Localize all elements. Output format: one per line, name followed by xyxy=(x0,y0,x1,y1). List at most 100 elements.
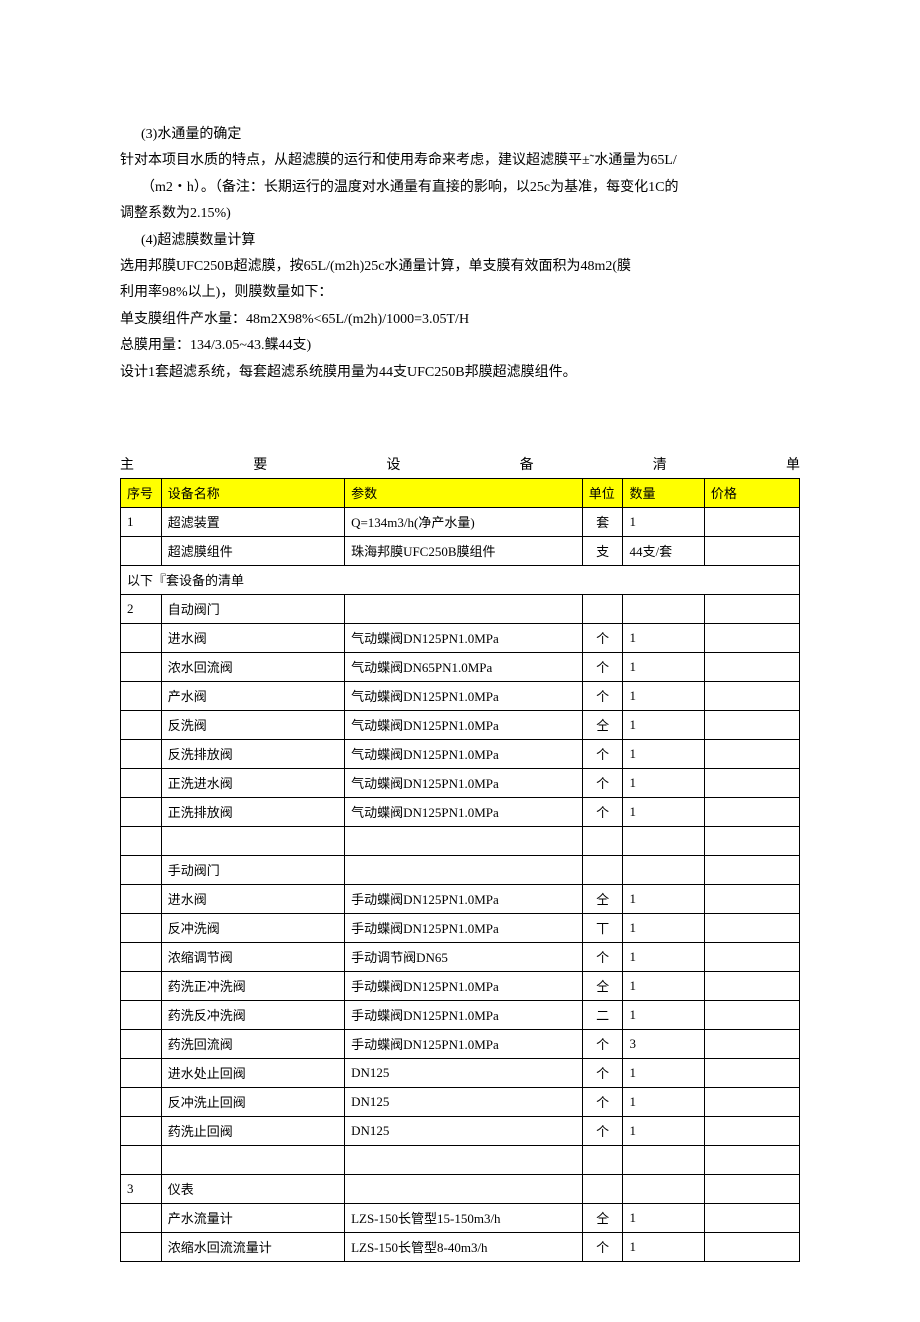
cell-param xyxy=(345,855,583,884)
cell-param: 手动蝶阀DN125PN1.0MPa xyxy=(345,1029,583,1058)
table-row: 正洗进水阀气动蝶阀DN125PN1.0MPa个1 xyxy=(121,768,800,797)
cell-param xyxy=(345,594,583,623)
cell-qty: 1 xyxy=(623,797,704,826)
cell-idx: 3 xyxy=(121,1174,162,1203)
cell-param: 气动蝶阀DN125PN1.0MPa xyxy=(345,710,583,739)
para-line: （m2・h）。（备注：长期运行的温度对水通量有直接的影响，以25c为基准，每变化… xyxy=(120,177,800,199)
cell-name: 正洗排放阀 xyxy=(161,797,344,826)
cell-unit: 个 xyxy=(582,1232,623,1261)
title-char: 主 xyxy=(120,454,134,474)
cell-qty: 1 xyxy=(623,1000,704,1029)
header-unit: 单位 xyxy=(582,478,623,507)
header-price: 价格 xyxy=(704,478,799,507)
header-param: 参数 xyxy=(345,478,583,507)
cell-param: 气动蝶阀DN65PN1.0MPa xyxy=(345,652,583,681)
table-body: 1超滤装置Q=134m3/h(净产水量)套1超滤膜组件珠海邦膜UFC250B膜组… xyxy=(121,507,800,1261)
cell-param: 手动蝶阀DN125PN1.0MPa xyxy=(345,913,583,942)
cell-idx: 1 xyxy=(121,507,162,536)
cell-idx: 2 xyxy=(121,594,162,623)
table-row xyxy=(121,826,800,855)
cell-idx xyxy=(121,855,162,884)
cell-qty xyxy=(623,594,704,623)
table-row: 药洗正冲洗阀手动蝶阀DN125PN1.0MPa仝1 xyxy=(121,971,800,1000)
cell-qty: 1 xyxy=(623,1087,704,1116)
cell-unit: 个 xyxy=(582,1029,623,1058)
cell-param: Q=134m3/h(净产水量) xyxy=(345,507,583,536)
cell-qty: 1 xyxy=(623,971,704,1000)
cell-price xyxy=(704,942,799,971)
cell-param: 手动调节阀DN65 xyxy=(345,942,583,971)
cell-name: 浓水回流阀 xyxy=(161,652,344,681)
cell-name: 进水阀 xyxy=(161,884,344,913)
empty-cell xyxy=(582,1145,623,1174)
cell-name: 手动阀门 xyxy=(161,855,344,884)
empty-cell xyxy=(161,1145,344,1174)
table-row xyxy=(121,1145,800,1174)
cell-qty: 1 xyxy=(623,942,704,971)
cell-idx xyxy=(121,768,162,797)
cell-unit: 仝 xyxy=(582,884,623,913)
cell-param: 手动蝶阀DN125PN1.0MPa xyxy=(345,884,583,913)
para-line: 单支膜组件产水量：48m2X98%<65L/(m2h)/1000=3.05T/H xyxy=(120,309,800,331)
cell-unit: 丅 xyxy=(582,913,623,942)
cell-unit: 个 xyxy=(582,1116,623,1145)
cell-param: 手动蝶阀DN125PN1.0MPa xyxy=(345,971,583,1000)
title-char: 要 xyxy=(253,454,267,474)
cell-qty: 1 xyxy=(623,623,704,652)
table-row: 2自动阀门 xyxy=(121,594,800,623)
para-line: 总膜用量：134/3.05~43.鲽44支) xyxy=(120,335,800,357)
table-row: 反洗排放阀气动蝶阀DN125PN1.0MPa个1 xyxy=(121,739,800,768)
cell-idx xyxy=(121,1203,162,1232)
table-row: 进水处止回阀DN125个1 xyxy=(121,1058,800,1087)
cell-qty xyxy=(623,855,704,884)
cell-param: 气动蝶阀DN125PN1.0MPa xyxy=(345,797,583,826)
cell-idx xyxy=(121,913,162,942)
cell-param: DN125 xyxy=(345,1058,583,1087)
cell-idx xyxy=(121,1000,162,1029)
cell-qty: 1 xyxy=(623,739,704,768)
cell-qty xyxy=(623,1174,704,1203)
cell-idx xyxy=(121,536,162,565)
cell-unit: 个 xyxy=(582,797,623,826)
cell-name: 药洗止回阀 xyxy=(161,1116,344,1145)
cell-name: 反洗排放阀 xyxy=(161,739,344,768)
cell-idx xyxy=(121,710,162,739)
cell-param: LZS-150长管型15-150m3/h xyxy=(345,1203,583,1232)
table-row: 药洗回流阀手动蝶阀DN125PN1.0MPa个3 xyxy=(121,1029,800,1058)
cell-price xyxy=(704,536,799,565)
cell-unit: 仝 xyxy=(582,710,623,739)
cell-name: 进水阀 xyxy=(161,623,344,652)
cell-idx xyxy=(121,1058,162,1087)
empty-cell xyxy=(623,826,704,855)
table-row: 浓缩水回流流量计LZS-150长管型8-40m3/h个1 xyxy=(121,1232,800,1261)
cell-unit: 二 xyxy=(582,1000,623,1029)
table-row: 3仪表 xyxy=(121,1174,800,1203)
table-row: 超滤膜组件珠海邦膜UFC250B膜组件支44支/套 xyxy=(121,536,800,565)
cell-qty: 1 xyxy=(623,681,704,710)
cell-price xyxy=(704,1203,799,1232)
cell-param: 气动蝶阀DN125PN1.0MPa xyxy=(345,768,583,797)
cell-qty: 3 xyxy=(623,1029,704,1058)
cell-idx xyxy=(121,623,162,652)
cell-price xyxy=(704,1174,799,1203)
empty-cell xyxy=(345,826,583,855)
cell-name: 反洗阀 xyxy=(161,710,344,739)
cell-unit xyxy=(582,855,623,884)
cell-qty: 1 xyxy=(623,913,704,942)
cell-price xyxy=(704,1029,799,1058)
table-row: 进水阀气动蝶阀DN125PN1.0MPa个1 xyxy=(121,623,800,652)
cell-qty: 1 xyxy=(623,1116,704,1145)
cell-name: 药洗正冲洗阀 xyxy=(161,971,344,1000)
cell-idx xyxy=(121,942,162,971)
para-line: 调整系数为2.15%) xyxy=(120,203,800,225)
cell-idx xyxy=(121,1232,162,1261)
cell-unit: 个 xyxy=(582,1058,623,1087)
cell-qty: 1 xyxy=(623,652,704,681)
header-name: 设备名称 xyxy=(161,478,344,507)
cell-name: 进水处止回阀 xyxy=(161,1058,344,1087)
equipment-table: 序号 设备名称 参数 单位 数量 价格 1超滤装置Q=134m3/h(净产水量)… xyxy=(120,478,800,1262)
cell-unit: 仝 xyxy=(582,1203,623,1232)
cell-param xyxy=(345,1174,583,1203)
cell-price xyxy=(704,1087,799,1116)
cell-price xyxy=(704,1232,799,1261)
